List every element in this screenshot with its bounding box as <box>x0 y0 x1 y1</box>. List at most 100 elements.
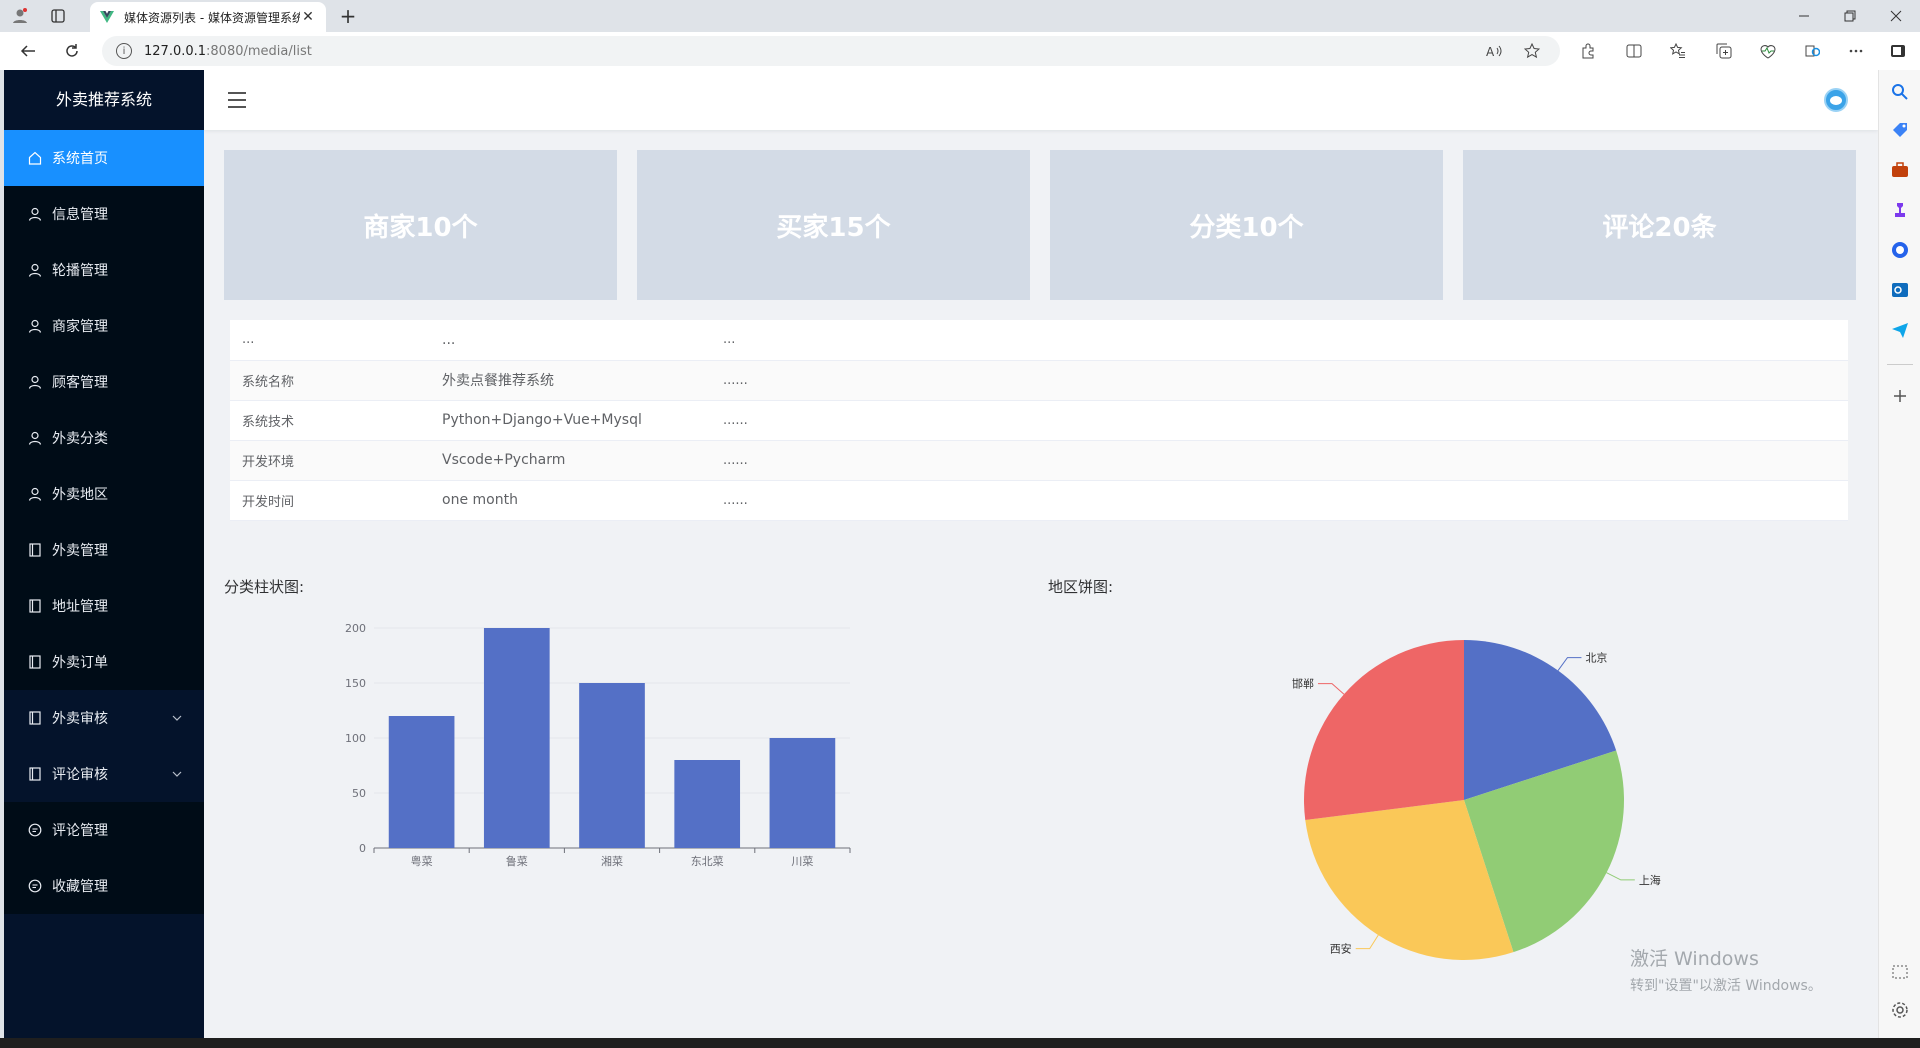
tab-title: 媒体资源列表 - 媒体资源管理系统 <box>124 10 300 25</box>
sidebar-item[interactable]: 地址管理 <box>4 578 204 634</box>
pie-label: 上海 <box>1639 873 1661 887</box>
sidebar-item[interactable]: 外卖分类 <box>4 410 204 466</box>
url-field[interactable]: i 127.0.0.1:8080/media/list <box>102 36 1560 66</box>
table-row: 开发时间 one month ...... <box>230 480 1848 521</box>
sidebar-toggle-icon[interactable] <box>1888 41 1908 61</box>
performance-icon[interactable] <box>1758 41 1778 61</box>
os-taskbar <box>0 1038 1920 1048</box>
tab-actions-icon[interactable] <box>48 6 68 26</box>
tools-icon[interactable] <box>1890 160 1910 180</box>
y-tick-label: 0 <box>359 842 366 855</box>
sidebar-item[interactable]: 外卖订单 <box>4 634 204 690</box>
collections-icon[interactable] <box>1714 41 1734 61</box>
bar-chart-title: 分类柱状图: <box>224 578 305 596</box>
window-close-icon[interactable] <box>1884 4 1908 28</box>
x-tick-label: 东北菜 <box>691 855 724 868</box>
new-tab-button[interactable]: + <box>338 4 358 28</box>
stat-card-buyers: 买家15个 <box>637 150 1030 300</box>
sidebar-item-label: 轮播管理 <box>52 263 108 279</box>
pie-label: 西安 <box>1330 942 1352 956</box>
sidebar-item-label: 商家管理 <box>52 319 108 335</box>
favorites-icon[interactable] <box>1668 41 1688 61</box>
sidebar-item[interactable]: 外卖管理 <box>4 522 204 578</box>
side-divider <box>1887 364 1913 365</box>
browser-tab[interactable]: 媒体资源列表 - 媒体资源管理系统 ✕ <box>90 2 326 32</box>
windows-activation-watermark: 激活 Windows 转到"设置"以激活 Windows。 <box>1630 944 1822 995</box>
sidebar-item[interactable]: 评论审核 <box>4 746 204 802</box>
sidebar-item-label: 外卖分类 <box>52 431 108 447</box>
back-icon[interactable] <box>16 40 40 62</box>
sidebar-item[interactable]: 收藏管理 <box>4 858 204 914</box>
outlook-icon[interactable] <box>1890 280 1910 300</box>
settings-gear-icon[interactable] <box>1890 1000 1910 1020</box>
favorite-star-icon[interactable] <box>1522 41 1542 61</box>
table-cell: ...... <box>711 400 1848 441</box>
stat-card-categories: 分类10个 <box>1050 150 1443 300</box>
sidebar-item[interactable]: 外卖地区 <box>4 466 204 522</box>
chevron-down-icon <box>172 769 182 780</box>
svg-text:A: A <box>1486 45 1495 59</box>
menu-toggle-icon[interactable] <box>228 92 246 108</box>
bar <box>388 716 455 848</box>
split-screen-icon[interactable] <box>1624 41 1644 61</box>
watermark-line1: 激活 Windows <box>1630 948 1759 970</box>
search-icon[interactable] <box>1890 82 1910 102</box>
table-cell: ... <box>230 320 430 361</box>
url-text: 127.0.0.1:8080/media/list <box>144 43 312 59</box>
edge-browser-icon[interactable] <box>1802 41 1822 61</box>
read-aloud-icon[interactable]: A <box>1484 41 1504 61</box>
x-tick-label: 湘菜 <box>601 854 623 868</box>
shopping-tag-icon[interactable] <box>1890 120 1910 140</box>
bar <box>674 760 741 848</box>
send-icon[interactable] <box>1890 320 1910 340</box>
minimize-icon[interactable] <box>1792 4 1816 28</box>
sidebar-item[interactable]: 顾客管理 <box>4 354 204 410</box>
table-cell: 开发环境 <box>230 440 430 481</box>
add-icon[interactable] <box>1890 386 1910 406</box>
more-menu-icon[interactable] <box>1846 41 1866 61</box>
sidebar-item-label: 评论管理 <box>52 823 108 839</box>
pie-label: 北京 <box>1585 651 1607 665</box>
sidebar-item[interactable]: 商家管理 <box>4 298 204 354</box>
sidebar-item[interactable]: 信息管理 <box>4 186 204 242</box>
games-icon[interactable] <box>1890 200 1910 220</box>
sidebar-item[interactable]: 外卖审核 <box>4 690 204 746</box>
x-tick-label: 川菜 <box>791 855 813 868</box>
table-cell: ... <box>430 320 711 361</box>
system-info-table: ... ... ... 系统名称 外卖点餐推荐系统 ...... 系统技术 Py… <box>230 320 1848 521</box>
sidebar-item-label: 外卖管理 <box>52 543 108 559</box>
user-avatar[interactable] <box>1824 88 1848 112</box>
table-cell: 外卖点餐推荐系统 <box>430 360 711 401</box>
user-icon <box>28 263 42 277</box>
pie-chart-title: 地区饼图: <box>1048 578 1114 596</box>
refresh-icon[interactable] <box>60 40 84 62</box>
sidebar-item-label: 外卖订单 <box>52 655 108 671</box>
profile-icon[interactable] <box>10 6 30 26</box>
table-cell: Python+Django+Vue+Mysql <box>430 400 711 441</box>
stat-card-merchants: 商家10个 <box>224 150 617 300</box>
top-header <box>204 70 1878 130</box>
sidebar-item-label: 外卖地区 <box>52 487 108 503</box>
restore-icon[interactable] <box>1838 4 1862 28</box>
sidebar-item-label: 外卖审核 <box>52 711 108 727</box>
extensions-icon[interactable] <box>1578 41 1598 61</box>
sidebar-item[interactable]: 系统首页 <box>4 130 204 186</box>
table-cell: ...... <box>711 480 1848 521</box>
user-icon <box>28 207 42 221</box>
chat-icon <box>28 879 42 893</box>
sidebar-item-label: 信息管理 <box>52 207 108 223</box>
user-icon <box>28 487 42 501</box>
table-cell: 系统技术 <box>230 400 430 441</box>
site-info-icon[interactable]: i <box>116 43 132 59</box>
tab-close-icon[interactable]: ✕ <box>300 9 316 25</box>
sidebar-item[interactable]: 评论管理 <box>4 802 204 858</box>
table-cell: one month <box>430 480 711 521</box>
table-cell: ...... <box>711 440 1848 481</box>
table-cell: 系统名称 <box>230 360 430 401</box>
screenshot-icon[interactable] <box>1890 962 1910 982</box>
browser-tabstrip: 媒体资源列表 - 媒体资源管理系统 ✕ + <box>0 0 1920 32</box>
copilot-icon[interactable] <box>1890 240 1910 260</box>
table-row: 系统名称 外卖点餐推荐系统 ...... <box>230 360 1848 401</box>
sidebar-item[interactable]: 轮播管理 <box>4 242 204 298</box>
vue-icon <box>100 11 114 23</box>
